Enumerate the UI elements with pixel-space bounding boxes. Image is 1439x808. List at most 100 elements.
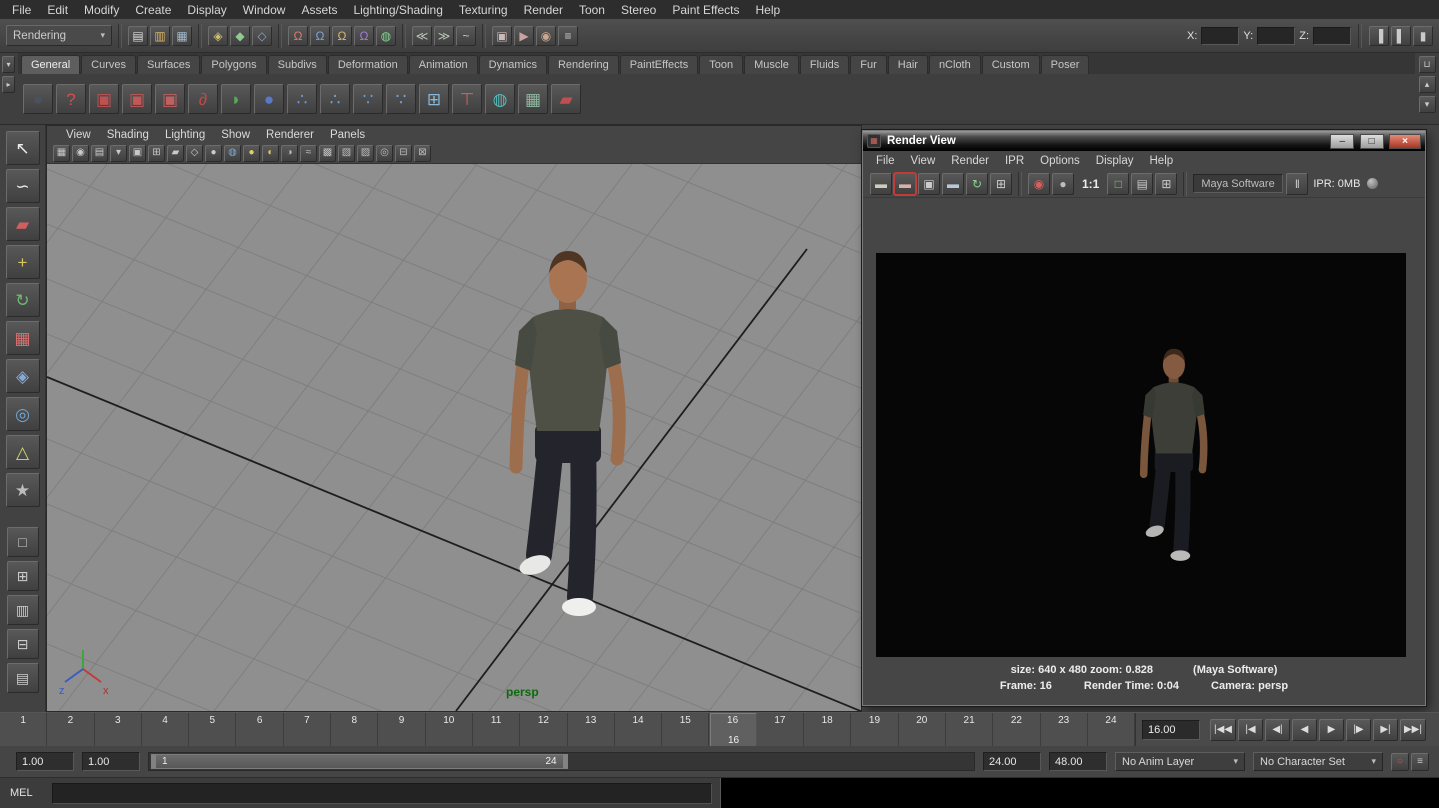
attach-brush-icon[interactable]: ◗: [221, 84, 251, 114]
paint-select-tool[interactable]: ▰: [6, 207, 40, 241]
frame-number[interactable]: 13: [568, 713, 615, 747]
menu-render[interactable]: Render: [516, 1, 571, 19]
play-backwards-button[interactable]: ◀: [1292, 719, 1317, 741]
shelf-tab-curves[interactable]: Curves: [81, 55, 136, 74]
menu-set-selector[interactable]: Rendering ▾: [6, 25, 112, 46]
ipr-render-icon[interactable]: ▬: [942, 173, 964, 195]
menu-edit[interactable]: Edit: [39, 1, 76, 19]
shading-group-icon[interactable]: ◍: [485, 84, 515, 114]
render-settings-icon[interactable]: □: [1107, 173, 1129, 195]
camera-aim-up-icon[interactable]: ▣: [155, 84, 185, 114]
alpha-channel-icon[interactable]: ●: [1052, 173, 1074, 195]
x-ray-icon[interactable]: ▨: [357, 145, 374, 162]
y-coordinate-input[interactable]: [1257, 27, 1295, 45]
close-button[interactable]: ×: [1389, 134, 1421, 149]
ipr-render-icon[interactable]: ◉: [536, 26, 556, 46]
frame-number[interactable]: 6: [236, 713, 283, 747]
command-line-input[interactable]: [52, 783, 712, 804]
shelf-scroll-up-icon[interactable]: ▴: [1419, 76, 1436, 93]
shelf-trash-icon[interactable]: ⊔: [1419, 56, 1436, 73]
shelf-tab-toon[interactable]: Toon: [699, 55, 743, 74]
wireframe-icon[interactable]: ◇: [186, 145, 203, 162]
dag-node-icon[interactable]: ∴: [320, 84, 350, 114]
select-hierarchy-icon[interactable]: ◈: [208, 26, 228, 46]
viewport-canvas[interactable]: x z persp: [47, 164, 861, 711]
save-scene-icon[interactable]: ▦: [172, 26, 192, 46]
render-current-frame-icon[interactable]: ▶: [514, 26, 534, 46]
layout-single-pane[interactable]: □: [7, 527, 39, 557]
frame-number[interactable]: 11: [473, 713, 520, 747]
layout-four-pane[interactable]: ⊞: [7, 561, 39, 591]
fluid-sphere-icon[interactable]: ●: [254, 84, 284, 114]
camera-icon[interactable]: ▣: [89, 84, 119, 114]
camera-attributes-icon[interactable]: ▤: [91, 145, 108, 162]
menu-lighting-shading[interactable]: Lighting/Shading: [345, 1, 450, 19]
menu-paint-effects[interactable]: Paint Effects: [664, 1, 747, 19]
open-scene-icon[interactable]: ▥: [150, 26, 170, 46]
motion-blur-icon[interactable]: ≈: [300, 145, 317, 162]
shelf-tab-general[interactable]: General: [21, 55, 80, 74]
frame-number[interactable]: 9: [378, 713, 425, 747]
shelf-tab-fur[interactable]: Fur: [850, 55, 887, 74]
range-slider[interactable]: 1 24: [148, 752, 975, 771]
anim-layer-selector[interactable]: No Anim Layer ▾: [1115, 752, 1245, 771]
frame-number[interactable]: 22: [993, 713, 1040, 747]
frame-number[interactable]: 12: [520, 713, 567, 747]
select-camera-icon[interactable]: ▦: [53, 145, 70, 162]
go-to-end-button[interactable]: ▶▶|: [1400, 719, 1426, 741]
screen-ao-icon[interactable]: ◑: [281, 145, 298, 162]
frame-number[interactable]: 21: [946, 713, 993, 747]
frame-number[interactable]: 14: [615, 713, 662, 747]
step-back-frame-button[interactable]: |◀: [1238, 719, 1263, 741]
frame-number[interactable]: 24: [1088, 713, 1135, 747]
shelf-tab-animation[interactable]: Animation: [409, 55, 478, 74]
zoom-ratio-button[interactable]: 1:1: [1077, 177, 1104, 191]
layout-top-persp[interactable]: ⊟: [7, 629, 39, 659]
shelf-tab-muscle[interactable]: Muscle: [744, 55, 799, 74]
measure-tool-icon[interactable]: ⊤: [452, 84, 482, 114]
grease-pencil-icon[interactable]: ▰: [167, 145, 184, 162]
layout-persp-outliner[interactable]: ▥: [7, 595, 39, 625]
textured-icon[interactable]: ◍: [224, 145, 241, 162]
range-slider-bar[interactable]: 1 24: [151, 754, 568, 769]
soft-modification-tool[interactable]: ◎: [6, 397, 40, 431]
step-forward-key-button[interactable]: |▶: [1346, 719, 1371, 741]
utility-node-icon[interactable]: ∵: [386, 84, 416, 114]
menu-texturing[interactable]: Texturing: [451, 1, 516, 19]
shelf-tab-ncloth[interactable]: nCloth: [929, 55, 981, 74]
frame-number[interactable]: 4: [142, 713, 189, 747]
multisampling-icon[interactable]: ▩: [319, 145, 336, 162]
bookmarks-icon[interactable]: ▾: [110, 145, 127, 162]
shadows-icon[interactable]: ◐: [262, 145, 279, 162]
viewport-menu-view[interactable]: View: [59, 128, 98, 142]
sculpt-brush-icon[interactable]: ▰: [551, 84, 581, 114]
snap-to-points-icon[interactable]: Ω: [332, 26, 352, 46]
smooth-shade-icon[interactable]: ●: [205, 145, 222, 162]
last-tool[interactable]: ★: [6, 473, 40, 507]
frame-number[interactable]: 8: [331, 713, 378, 747]
playback-end-field[interactable]: 24.00: [983, 752, 1041, 771]
region-render-icon[interactable]: ⊞: [990, 173, 1012, 195]
viewport-menu-lighting[interactable]: Lighting: [158, 128, 212, 142]
viewport-menu-renderer[interactable]: Renderer: [259, 128, 321, 142]
select-component-icon[interactable]: ◇: [252, 26, 272, 46]
go-to-start-button[interactable]: |◀◀: [1210, 719, 1236, 741]
frame-number[interactable]: 15: [662, 713, 709, 747]
auto-keyframe-button[interactable]: ○: [1391, 753, 1409, 771]
move-tool[interactable]: +: [6, 245, 40, 279]
select-tool[interactable]: ↖: [6, 131, 40, 165]
frame-number[interactable]: 18: [804, 713, 851, 747]
frame-number[interactable]: 1: [0, 713, 47, 747]
renderer-selector[interactable]: Maya Software: [1193, 174, 1283, 193]
toggle-attribute-editor-icon[interactable]: ▐: [1369, 26, 1389, 46]
shelf-tab-dynamics[interactable]: Dynamics: [479, 55, 547, 74]
universal-manipulator-tool[interactable]: ◈: [6, 359, 40, 393]
use-all-lights-icon[interactable]: ●: [243, 145, 260, 162]
pause-ipr-icon[interactable]: ‖: [1286, 173, 1308, 195]
rv-menu-options[interactable]: Options: [1033, 154, 1087, 168]
menu-file[interactable]: File: [4, 1, 39, 19]
frame-number[interactable]: 23: [1041, 713, 1088, 747]
redo-previous-render-icon[interactable]: ▬: [870, 173, 892, 195]
shelf-tab-deformation[interactable]: Deformation: [328, 55, 408, 74]
toggle-tool-settings-icon[interactable]: ▌: [1391, 26, 1411, 46]
